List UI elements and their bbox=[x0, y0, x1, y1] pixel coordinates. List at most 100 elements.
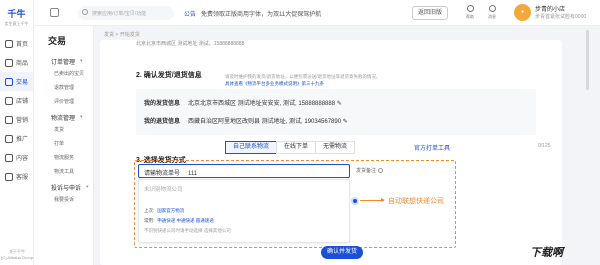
annotation-dot bbox=[351, 197, 359, 205]
avatar[interactable]: ● bbox=[514, 4, 531, 21]
field-value: 111 bbox=[188, 171, 198, 177]
sidebar-group-complaints[interactable]: 投诉与申诉 ▾ bbox=[34, 178, 93, 192]
remark-label: 发货备注 bbox=[356, 167, 384, 174]
carrier-placeholder[interactable]: 未识别物流公司 bbox=[144, 185, 183, 193]
carrier-suggestion-dropdown: 未识别物流公司 上次: 国家官方物流 常用: 申通快递 中通快递 圆通速递 不识别快… bbox=[138, 179, 350, 243]
ship-address-row: 我的发货信息 北京北京市西城区 测试地址安安安, 测试, 15888888888 … bbox=[144, 98, 342, 107]
sidebar-item-ship[interactable]: 发货 bbox=[34, 122, 93, 136]
manual-select-hint[interactable]: 不识别快递公司时请手动选择 选择其他公司 bbox=[144, 228, 231, 234]
last-used-carrier[interactable]: 国家官方物流 bbox=[157, 208, 184, 213]
copyright: (C) Alibaba Group bbox=[0, 255, 33, 260]
search-input[interactable]: 搜索应用/订单/宝贝/功能 bbox=[78, 6, 174, 20]
content-icon bbox=[5, 153, 13, 162]
brand-name: 千牛 bbox=[7, 9, 26, 19]
rail-item-goods[interactable]: 商品 bbox=[0, 53, 33, 72]
rail-item-trade[interactable]: 交易 bbox=[0, 72, 33, 91]
annotation-text: 自动联想快递公司 bbox=[388, 198, 444, 205]
sidebar-item-sold[interactable]: 已卖出的宝贝 bbox=[34, 66, 93, 80]
note-text: 请及时维护我的发货/退货地址，以便包裹派送/退货地址等退货寄失败的情况。 bbox=[225, 74, 381, 79]
address-box: 我的发货信息 北京北京市西城区 测试地址安安安, 测试, 15888888888 … bbox=[136, 89, 536, 135]
main-content: 发货 > 开始发货 北京北京市西城区 测试地址 测试，15888888888 2… bbox=[98, 26, 578, 265]
rail-item-label: 首页 bbox=[16, 42, 29, 48]
sidebar-item-logistics-tools[interactable]: 物流工具 bbox=[34, 164, 93, 178]
tab-online-order[interactable]: 在线下单 bbox=[276, 141, 317, 154]
marketing-icon bbox=[5, 115, 13, 124]
watermark: 下载啊 bbox=[530, 247, 563, 259]
sidebar-item-print[interactable]: 打单 bbox=[34, 136, 93, 150]
row-label: 常用: bbox=[144, 218, 155, 223]
rail-item-store[interactable]: 店铺 bbox=[0, 91, 33, 110]
ship-method-tabs: 自己联系物流 在线下单 无需物流 bbox=[225, 141, 356, 154]
official-print-tool-link[interactable]: 官方打单工具 bbox=[414, 143, 450, 152]
common-carriers-row: 常用: 申通快递 中通快递 圆通速递 bbox=[144, 218, 214, 224]
group-label: 投诉与申诉 bbox=[51, 185, 82, 192]
search-icon bbox=[82, 9, 88, 15]
rail-item-label: 客服 bbox=[16, 175, 29, 181]
rail-footer: 关于千牛 (C) Alibaba Group bbox=[0, 249, 34, 261]
ship-label: 我的发货信息 bbox=[144, 101, 181, 107]
sidebar-group-logistics[interactable]: 物流管理 ▾ bbox=[34, 108, 93, 122]
notice-tag: 公告 bbox=[184, 12, 197, 18]
shop-name[interactable]: 步青的小店 bbox=[535, 4, 565, 13]
chevron-down-icon: ▾ bbox=[80, 58, 83, 64]
sidebar-group-orders[interactable]: 订单管理 ▾ bbox=[34, 52, 93, 66]
rail-item-marketing[interactable]: 营销 bbox=[0, 110, 33, 129]
rail-item-label: 推广 bbox=[16, 137, 29, 143]
edit-icon[interactable]: ✎ bbox=[337, 101, 342, 107]
collapse-menu-icon[interactable] bbox=[50, 8, 59, 17]
service-icon bbox=[5, 172, 13, 181]
top-header: 搜索应用/订单/宝贝/功能 公告 免费领取正版商用字体，为双11大促保驾护航 返… bbox=[34, 0, 600, 26]
field-label: 请输物流单号 bbox=[144, 171, 181, 177]
message-button[interactable]: 消息 bbox=[482, 5, 502, 20]
rail-item-home[interactable]: 首页 bbox=[0, 34, 33, 53]
clipped-address-row: 北京北京市西城区 测试地址 测试，15888888888 bbox=[136, 41, 245, 47]
store-icon bbox=[5, 96, 13, 105]
promotion-icon bbox=[5, 134, 13, 143]
rail-item-content[interactable]: 内容 bbox=[0, 148, 33, 167]
message-label: 消息 bbox=[488, 14, 496, 19]
group-label: 订单管理 bbox=[51, 59, 76, 66]
edit-icon[interactable]: ✎ bbox=[343, 119, 348, 125]
search-placeholder: 搜索应用/订单/宝贝/功能 bbox=[92, 11, 147, 17]
sidebar-item-refund[interactable]: 退款管理 bbox=[34, 80, 93, 94]
confirm-ship-button[interactable]: 确认并发货 bbox=[321, 246, 363, 259]
rail-item-label: 营销 bbox=[16, 118, 29, 124]
tab-no-logistics[interactable]: 无需物流 bbox=[315, 141, 356, 154]
rail-item-label: 内容 bbox=[16, 156, 29, 162]
sidebar-item-complain[interactable]: 我要投诉 bbox=[34, 192, 93, 206]
section-2-title: 2. 确认发货/退货信息 bbox=[136, 72, 202, 79]
tracking-number-field[interactable]: 请输物流单号 111 bbox=[138, 164, 350, 178]
row-label: 上次: bbox=[144, 208, 155, 213]
home-icon bbox=[5, 39, 13, 48]
section-2-note: 请及时维护我的发货/退货地址，以便包裹派送/退货地址等退货寄失败的情况。 bbox=[225, 74, 381, 80]
notice-text[interactable]: 免费领取正版商用字体，为双11大促保驾护航 bbox=[201, 9, 321, 18]
rules-link[interactable]: 具体查看《物流平台多业务模式说明》第三十九条 bbox=[225, 81, 324, 86]
chevron-down-icon: ▾ bbox=[86, 184, 89, 190]
rail-item-promotion[interactable]: 推广 bbox=[0, 129, 33, 148]
char-count: 0/125 bbox=[538, 143, 551, 149]
help-icon bbox=[466, 5, 474, 12]
old-version-button[interactable]: 返回旧版 bbox=[412, 6, 448, 20]
rail-item-service[interactable]: 客服 bbox=[0, 167, 33, 186]
tab-self-contact[interactable]: 自己联系物流 bbox=[225, 141, 278, 154]
rail-item-label: 店铺 bbox=[16, 99, 29, 105]
return-label: 我的退货信息 bbox=[144, 119, 181, 125]
sidebar-item-reviews[interactable]: 评价管理 bbox=[34, 94, 93, 108]
chevron-down-icon: ▾ bbox=[80, 114, 83, 120]
annotation-arrow-head bbox=[381, 198, 385, 202]
rail-item-label: 商品 bbox=[16, 61, 29, 67]
trade-icon bbox=[5, 77, 13, 86]
return-value: 西藏自治区阿里地区改则县 测试地址, 测试, 19034567890 bbox=[188, 119, 342, 125]
brand-subtitle: 卖生意上千牛 bbox=[4, 21, 29, 26]
goods-icon bbox=[5, 58, 13, 67]
rail-item-label: 交易 bbox=[16, 80, 29, 86]
question-icon[interactable] bbox=[378, 168, 384, 174]
scrollbar[interactable] bbox=[586, 30, 589, 90]
brand-logo[interactable]: 千牛 卖生意上千牛 bbox=[0, 0, 33, 34]
help-button[interactable]: 帮助 bbox=[460, 5, 480, 20]
left-nav-rail: 千牛 卖生意上千牛 首页 商品 交易 店铺 营销 推广 内容 客服 关于千牛 (… bbox=[0, 0, 34, 265]
remark-text: 发货备注 bbox=[356, 168, 377, 174]
sidebar-item-logistics-service[interactable]: 物流服务 bbox=[34, 150, 93, 164]
ship-value: 北京北京市西城区 测试地址安安安, 测试, 15888888888 bbox=[188, 101, 336, 107]
common-carrier-links[interactable]: 申通快递 中通快递 圆通速递 bbox=[157, 218, 214, 223]
